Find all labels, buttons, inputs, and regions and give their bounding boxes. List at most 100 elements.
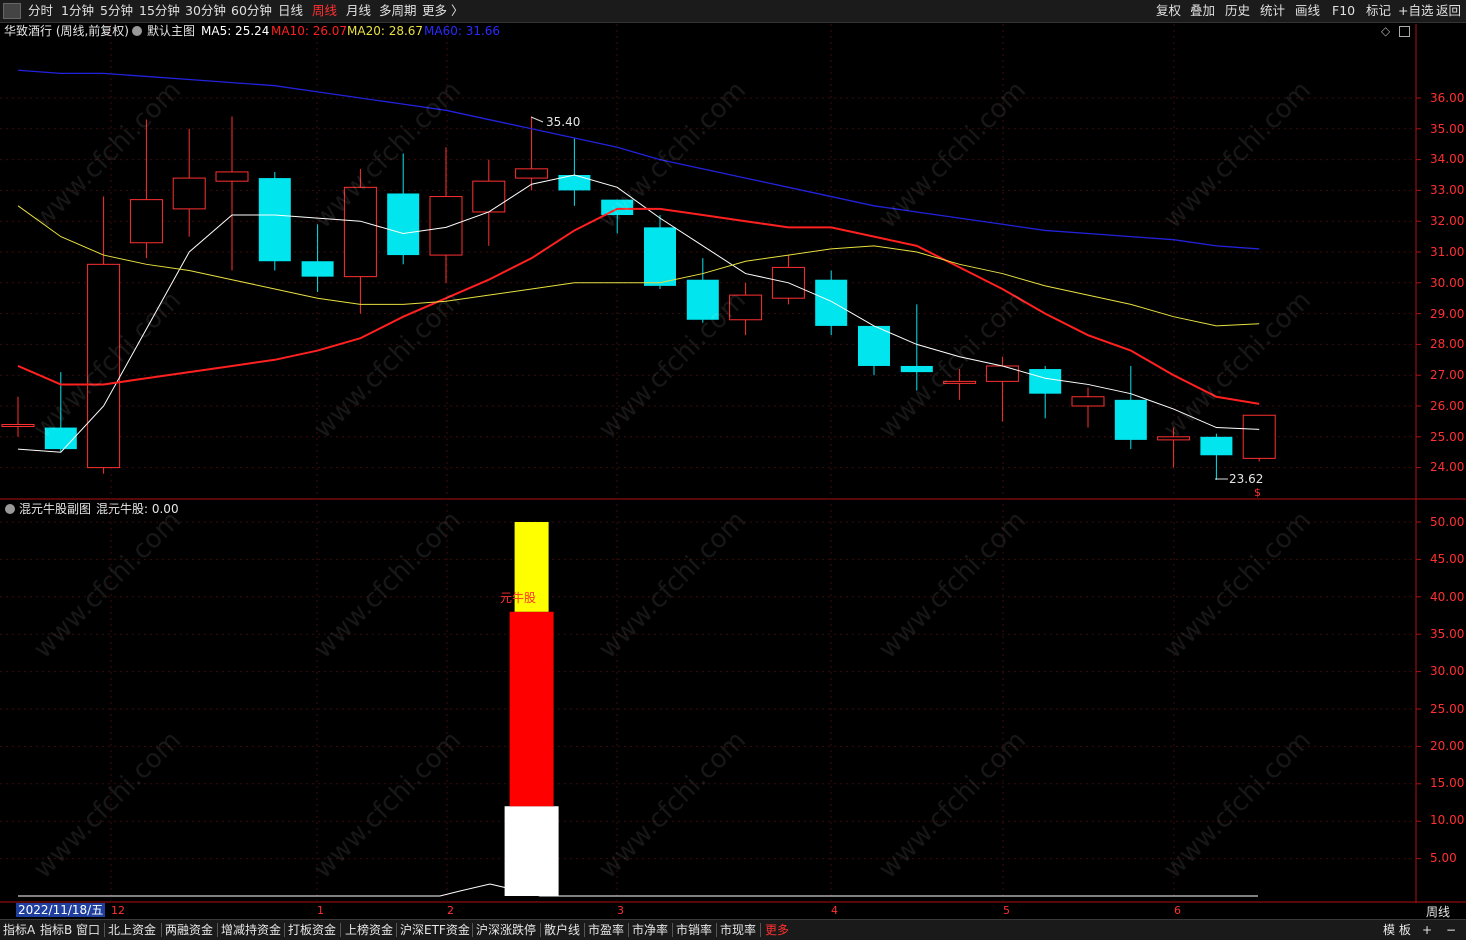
high-marker [530, 116, 544, 123]
main-y-tick: 33.00 [1430, 183, 1465, 197]
candle-body-down [601, 199, 634, 216]
main-y-tick: 30.00 [1430, 276, 1465, 290]
tab-divider [340, 923, 341, 937]
main-y-tick: 34.00 [1430, 152, 1465, 166]
sub-y-tick: 25.00 [1430, 702, 1465, 716]
kline-chart[interactable]: $ [0, 0, 1466, 939]
month-label: 12 [111, 904, 125, 917]
sub-y-tick: 20.00 [1430, 739, 1465, 753]
main-y-tick: 28.00 [1430, 337, 1465, 351]
tab-indicator-a[interactable]: 指标A [3, 922, 35, 938]
candle-body-up [1242, 414, 1276, 459]
tab-northbound[interactable]: 北上资金 [108, 922, 156, 938]
sub-bar-white [504, 806, 559, 896]
month-label: 4 [831, 904, 838, 917]
sub-y-tick: 5.00 [1430, 851, 1457, 865]
candle-body-up [1071, 396, 1105, 407]
candle-body-up [515, 168, 549, 179]
tab-divider [716, 923, 717, 937]
candle-body-down [858, 325, 890, 366]
tab-divider [472, 923, 473, 937]
candle-body-up [129, 199, 163, 244]
sub-baseline [18, 883, 1258, 897]
main-y-tick: 29.00 [1430, 307, 1465, 321]
main-y-tick: 24.00 [1430, 460, 1465, 474]
tab-limit-up-down[interactable]: 沪深涨跌停 [476, 922, 536, 938]
main-y-tick: 25.00 [1430, 430, 1465, 444]
candle-body-up [943, 380, 977, 384]
candle-body-up [729, 294, 763, 321]
tab-divider [161, 923, 162, 937]
candle-body-up [343, 186, 377, 278]
sub-y-tick: 50.00 [1430, 515, 1465, 529]
low-price-label: 23.62 [1229, 472, 1264, 486]
tab-divider [672, 923, 673, 937]
month-label: 1 [317, 904, 324, 917]
time-axis: 12 1 2 3 4 5 6 [0, 903, 1466, 919]
signal-marker: $ [1254, 486, 1261, 499]
sub-y-tick: 10.00 [1430, 813, 1465, 827]
candle-body-down [1200, 436, 1233, 456]
high-price-label: 35.40 [546, 115, 581, 129]
candle-body-down [644, 227, 676, 286]
zoom-out-button[interactable]: − [1446, 922, 1456, 938]
tab-divider [760, 923, 761, 937]
candle-body-up [215, 171, 249, 182]
sub-y-tick: 40.00 [1430, 590, 1465, 604]
candle-body-up [1157, 436, 1191, 441]
tab-divider [104, 923, 105, 937]
tab-more[interactable]: 更多 [765, 922, 789, 938]
candle-body-down [301, 261, 334, 277]
candle-body-down [44, 427, 77, 450]
tab-limit-board[interactable]: 打板资金 [288, 922, 336, 938]
candle-body-down [686, 279, 719, 320]
template-button[interactable]: 模 板 [1383, 922, 1411, 938]
tab-divider [584, 923, 585, 937]
tab-etf-funds[interactable]: 沪深ETF资金 [400, 922, 470, 938]
tab-margin[interactable]: 两融资金 [165, 922, 213, 938]
tab-divider [628, 923, 629, 937]
zoom-in-button[interactable]: + [1422, 922, 1432, 938]
tab-divider [540, 923, 541, 937]
tab-divider [284, 923, 285, 937]
sub-y-tick: 35.00 [1430, 627, 1465, 641]
cursor-date: 2022/11/18/五 [16, 903, 106, 917]
sub-bar-red [509, 611, 554, 807]
tab-pcf[interactable]: 市现率 [720, 922, 756, 938]
tab-holding-change[interactable]: 增减持资金 [221, 922, 281, 938]
tab-retail-line[interactable]: 散户线 [544, 922, 580, 938]
candle-body-down [1114, 399, 1147, 440]
tab-pb[interactable]: 市净率 [632, 922, 668, 938]
candle-body-down [1029, 369, 1062, 394]
main-y-tick: 26.00 [1430, 399, 1465, 413]
tab-indicator-b[interactable]: 指标B [40, 922, 72, 938]
sub-y-tick: 30.00 [1430, 664, 1465, 678]
candle-body-up [472, 180, 506, 213]
candle-body-up [1, 423, 35, 427]
main-y-tick: 35.00 [1430, 122, 1465, 136]
candle-body-down [258, 178, 291, 262]
indicator-tab-bar: 指标A 指标B 窗口 北上资金 两融资金 增减持资金 打板资金 上榜资金 沪深E… [0, 919, 1466, 940]
candle-body-up [429, 196, 463, 256]
tab-pe[interactable]: 市盈率 [588, 922, 624, 938]
candle-body-up [985, 365, 1019, 382]
main-y-tick: 36.00 [1430, 91, 1465, 105]
ma-line-ma10 [17, 207, 1260, 405]
main-y-tick: 32.00 [1430, 214, 1465, 228]
period-indicator: 周线 [1426, 905, 1451, 919]
tab-ps[interactable]: 市销率 [676, 922, 712, 938]
month-label: 2 [447, 904, 454, 917]
main-y-tick: 27.00 [1430, 368, 1465, 382]
candle-body-down [387, 193, 420, 256]
tab-divider [396, 923, 397, 937]
ma-line-ma20 [17, 205, 1260, 327]
month-label: 3 [617, 904, 624, 917]
candle-body-up [172, 177, 206, 210]
tab-window[interactable]: 窗口 [76, 922, 100, 938]
sub-y-tick: 45.00 [1430, 552, 1465, 566]
main-y-tick: 31.00 [1430, 245, 1465, 259]
tab-top-list[interactable]: 上榜资金 [345, 922, 393, 938]
sub-annotation: 元牛股 [500, 591, 537, 605]
tab-divider [217, 923, 218, 937]
sub-y-tick: 15.00 [1430, 776, 1465, 790]
